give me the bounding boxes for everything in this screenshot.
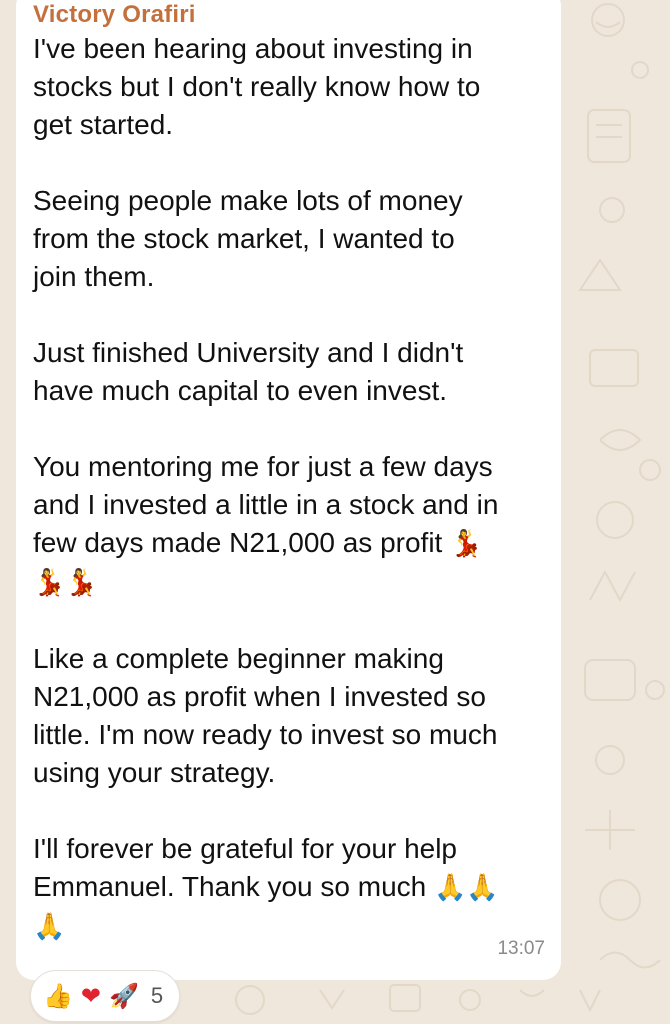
message-paragraph-with-emoji: I'll forever be grateful for your help E… [33,830,543,946]
dancer-emoji: 💃 [65,568,98,598]
message-paragraph: I'll forever be grateful for your help E… [33,833,458,902]
message-paragraph: Like a complete beginner making N21,000 … [33,643,498,788]
message-paragraph: Just finished University and I didn't ha… [33,337,464,406]
heart-emoji: ❤ [80,982,101,1010]
message-paragraph: You mentoring me for just a few days and… [33,451,499,558]
message-bubble[interactable]: Victory Orafiri I've been hearing about … [16,0,561,980]
thumbs-up-emoji: 👍 [43,982,73,1010]
dancer-emoji: 💃 [33,568,66,598]
message-timestamp: 13:07 [497,938,545,959]
message-body: I've been hearing about investing in sto… [33,30,543,946]
praying-hands-emoji: 🙏 [33,912,66,942]
reaction-count: 5 [150,983,164,1008]
reactions-pill[interactable]: 👍 ❤ 🚀 5 [30,970,181,1022]
message-paragraph: I've been hearing about investing in sto… [33,33,481,140]
message-paragraph-with-emoji: You mentoring me for just a few days and… [33,448,543,602]
praying-hands-emoji: 🙏 [466,873,499,903]
dancer-emoji: 💃 [450,529,483,559]
sender-name: Victory Orafiri [33,1,196,28]
message-paragraph: Seeing people make lots of money from th… [33,185,463,292]
praying-hands-emoji: 🙏 [434,873,467,903]
rocket-emoji: 🚀 [109,982,139,1010]
